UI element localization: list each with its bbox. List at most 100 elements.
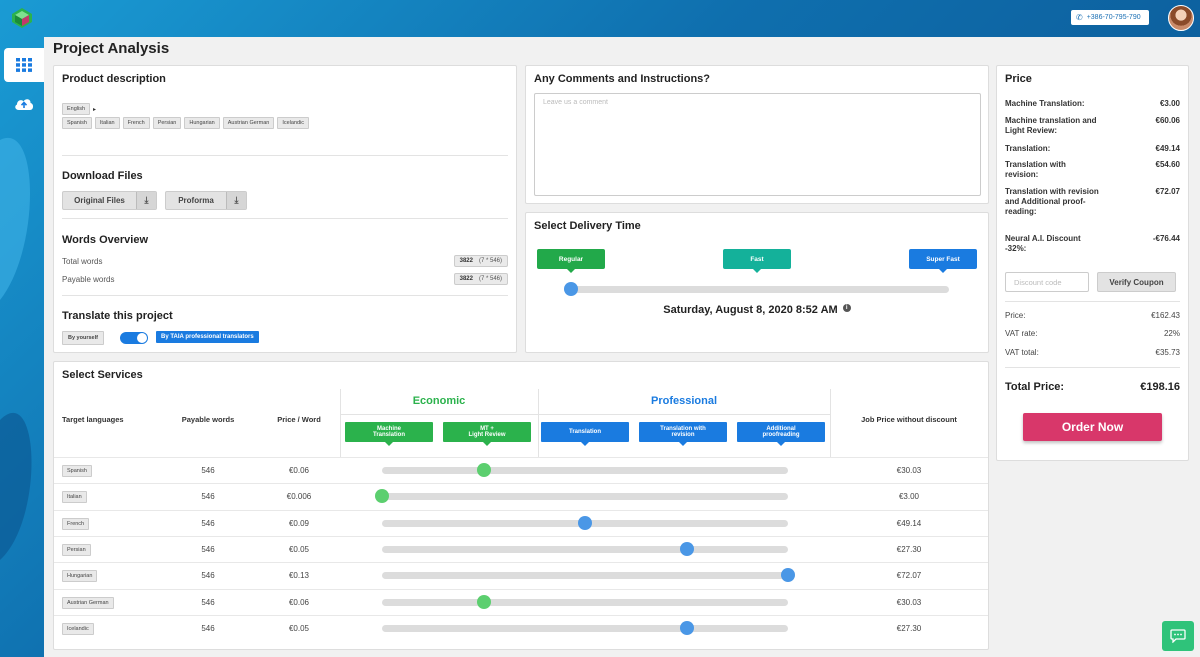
service-level-label: Machine Translation (373, 426, 405, 438)
col-target-languages: Target languages (62, 415, 124, 424)
divider (62, 295, 508, 296)
delivery-title: Select Delivery Time (534, 220, 641, 232)
service-level-button[interactable]: Translation with revision (639, 422, 727, 446)
total-words-value: 3822 (459, 258, 473, 264)
super-fast-option[interactable]: Super Fast (909, 249, 977, 273)
product-title: Product description (62, 73, 166, 85)
comment-textarea[interactable]: Leave us a comment (534, 93, 981, 196)
price-item-value: €54.60 (1155, 160, 1180, 169)
service-level-label: Additional proofreading (763, 426, 800, 438)
discount-code-input[interactable]: Discount code (1005, 272, 1089, 292)
delivery-slider-track[interactable] (564, 282, 949, 296)
service-level-knob[interactable] (679, 541, 694, 556)
payable-words-label: Payable words (62, 275, 115, 284)
vat-total-value: €35.73 (1155, 348, 1180, 357)
payable-words-value: 3822 (459, 276, 473, 282)
row-payable-words: 546 (201, 466, 215, 475)
price-item-row: Translation with revision and Additional… (1005, 187, 1180, 217)
service-level-button[interactable]: Translation (541, 422, 629, 446)
vat-total-label: VAT total: (1005, 348, 1039, 357)
service-level-slider[interactable] (375, 489, 788, 504)
top-bar: ✆ +386-70-795-790 (0, 0, 1200, 37)
price-item-label: Machine translation and Light Review: (1005, 116, 1097, 135)
row-job-price: €3.00 (898, 492, 920, 502)
vat-total-row: VAT total: €35.73 (1005, 348, 1180, 357)
target-language-tag: Italian (94, 117, 120, 129)
service-level-slider[interactable] (382, 515, 788, 530)
service-level-button[interactable]: Machine Translation (345, 422, 433, 446)
service-level-line2: Light Review (468, 432, 506, 438)
by-taia-option[interactable]: By TAIA professional translators (156, 331, 259, 343)
row-price-per-word: €0.05 (288, 544, 310, 554)
service-level-knob[interactable] (578, 515, 592, 530)
avatar[interactable] (1168, 5, 1194, 31)
price-item-label: Neural A.I. Discount -32%: (1005, 234, 1081, 253)
services-card: Select Services Target languages Payable… (53, 361, 989, 650)
vat-rate-value: 22% (1163, 329, 1180, 338)
col-price-per-word: Price / Word (277, 415, 321, 424)
service-level-slider[interactable] (382, 594, 788, 609)
payable-words-badge: 3822 (7 * 546) (453, 273, 508, 285)
divider (340, 414, 830, 415)
row-language-tag: Hungarian (62, 570, 98, 583)
service-level-slider[interactable] (382, 620, 788, 635)
original-files-label: Original Files (74, 196, 125, 205)
fast-label: Fast (750, 255, 764, 263)
regular-label: Regular (558, 255, 584, 263)
service-row: French 546 €0.09 €49.14 (54, 509, 988, 536)
service-level-knob[interactable] (781, 568, 795, 583)
row-job-price: €30.03 (896, 597, 922, 607)
regular-option[interactable]: Regular (537, 249, 605, 273)
service-level-slider[interactable] (382, 568, 795, 583)
service-level-knob[interactable] (476, 463, 491, 477)
chat-button[interactable] (1162, 621, 1194, 651)
total-words-badge: 3822 (7 * 546) (453, 255, 508, 267)
nav-upload[interactable] (4, 87, 44, 121)
order-now-button[interactable]: Order Now (1023, 413, 1162, 441)
by-yourself-option[interactable]: By yourself (62, 331, 104, 345)
proforma-button[interactable]: Proforma ⤓ (165, 191, 247, 210)
row-price-per-word: €0.09 (288, 518, 310, 528)
service-row: Icelandic 546 €0.05 €27.30 (54, 614, 988, 641)
price-item-value: -€76.44 (1152, 234, 1180, 243)
service-level-knob[interactable] (375, 489, 389, 504)
service-level-line1: Translation (568, 429, 601, 435)
row-price-per-word: €0.05 (288, 623, 310, 633)
service-row: Persian 546 €0.05 €27.30 (54, 535, 988, 562)
logo-icon[interactable] (11, 7, 33, 29)
service-level-button[interactable]: MT + Light Review (443, 422, 531, 446)
grid-icon (16, 58, 32, 72)
translate-toggle[interactable] (120, 332, 148, 344)
price-item-row: Machine Translation: €3.00 (1005, 99, 1180, 109)
row-language-tag: Italian (62, 491, 87, 504)
service-level-label: Translation with revision (660, 426, 706, 438)
row-payable-words: 546 (201, 623, 215, 633)
row-job-price: €27.30 (896, 544, 922, 554)
super-fast-label: Super Fast (926, 255, 960, 263)
nav-dashboard[interactable] (4, 48, 44, 82)
divider (1005, 367, 1180, 368)
service-level-slider[interactable] (382, 463, 788, 477)
price-card: Price Machine Translation: €3.00 Machine t… (996, 65, 1189, 461)
row-price-per-word: €0.13 (288, 571, 310, 581)
service-level-knob[interactable] (476, 594, 491, 609)
verify-coupon-button[interactable]: Verify Coupon (1097, 272, 1176, 292)
price-item-value: €49.14 (1155, 144, 1180, 153)
total-words-detail: (7 * 546) (478, 258, 502, 264)
service-level-button[interactable]: Additional proofreading (737, 422, 825, 446)
phone-badge[interactable]: ✆ +386-70-795-790 (1071, 10, 1149, 25)
service-level-knob[interactable] (679, 620, 694, 635)
price-label: Price: (1005, 311, 1026, 320)
delivery-slider-knob[interactable] (564, 282, 578, 296)
original-files-button[interactable]: Original Files ⤓ (62, 191, 157, 210)
price-item-row: Machine translation and Light Review: €60… (1005, 116, 1180, 136)
service-level-label: MT + Light Review (468, 426, 505, 438)
service-level-slider[interactable] (382, 541, 788, 556)
price-item-label: Translation with revision: (1005, 160, 1066, 179)
price-item-row: Translation: €49.14 (1005, 144, 1180, 154)
info-icon[interactable]: i (842, 304, 851, 312)
target-language-tag: Spanish (62, 117, 92, 129)
fast-option[interactable]: Fast (723, 249, 791, 273)
professional-group-title: Professional (650, 395, 718, 407)
verify-coupon-label: Verify Coupon (1109, 277, 1164, 287)
